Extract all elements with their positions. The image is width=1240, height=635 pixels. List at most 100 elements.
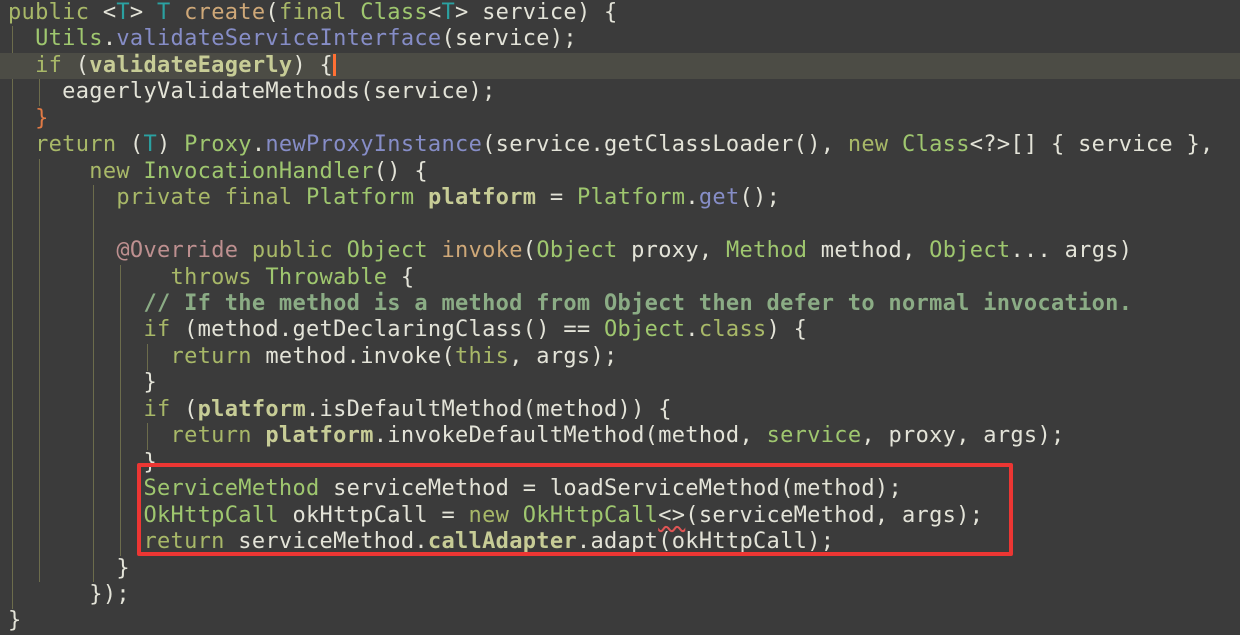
token-static_method: validateServiceInterface bbox=[116, 26, 442, 52]
code-line[interactable]: } bbox=[0, 450, 1240, 476]
token-plain: , proxy, args); bbox=[861, 423, 1065, 449]
token-keyword: class bbox=[698, 317, 767, 343]
token-class: service bbox=[766, 423, 862, 449]
token-class: OkHttpCall bbox=[143, 502, 279, 528]
token-plain: ) { bbox=[766, 317, 808, 343]
token-plain: () { bbox=[373, 158, 428, 184]
token-field: callAdapter bbox=[427, 529, 577, 555]
code-line[interactable]: } bbox=[0, 608, 1240, 634]
token-static_method: newProxyInstance bbox=[265, 132, 483, 158]
code-line[interactable]: } bbox=[0, 106, 1240, 132]
code-line[interactable]: Utils.validateServiceInterface(service); bbox=[0, 26, 1240, 52]
token-class: Class bbox=[360, 0, 428, 25]
token-plain: ( bbox=[116, 132, 144, 158]
token-keyword: if bbox=[143, 317, 171, 343]
token-plain: serviceMethod = loadServiceMethod(method… bbox=[319, 476, 902, 502]
token-plain: }); bbox=[8, 581, 130, 607]
token-plain: < bbox=[102, 0, 117, 25]
token-brace_match: } bbox=[35, 105, 49, 131]
token-keyword: private final bbox=[116, 185, 307, 211]
token-plain: ( bbox=[522, 238, 537, 264]
token-plain: (service); bbox=[441, 26, 577, 52]
code-line[interactable]: return (T) Proxy.newProxyInstance(servic… bbox=[0, 132, 1240, 158]
token-plain: (serviceMethod, args); bbox=[685, 502, 984, 528]
token-plain: . bbox=[251, 132, 266, 158]
code-line[interactable]: public <T> T create(final Class<T> servi… bbox=[0, 0, 1240, 26]
token-type_param: T bbox=[116, 0, 130, 25]
token-plain: . bbox=[685, 317, 699, 343]
code-editor[interactable]: public <T> T create(final Class<T> servi… bbox=[0, 0, 1240, 635]
code-line[interactable]: if (platform.isDefaultMethod(method)) { bbox=[0, 397, 1240, 423]
token-type_param: T bbox=[143, 132, 158, 158]
token-class: ServiceMethod bbox=[143, 476, 320, 502]
token-plain: proxy, bbox=[617, 238, 726, 264]
token-class: OkHttpCall bbox=[522, 502, 659, 528]
code-line[interactable]: ServiceMethod serviceMethod = loadServic… bbox=[0, 476, 1240, 502]
code-line[interactable]: throws Throwable { bbox=[0, 265, 1240, 291]
code-line[interactable]: private final Platform platform = Platfo… bbox=[0, 185, 1240, 211]
token-plain: ( bbox=[170, 396, 198, 422]
token-keyword: new bbox=[89, 158, 130, 184]
token-plain: okHttpCall = bbox=[278, 502, 469, 528]
token-class: Platform bbox=[576, 185, 686, 211]
token-method_decl: invoke bbox=[441, 238, 523, 264]
code-line[interactable] bbox=[0, 212, 1240, 238]
code-line[interactable]: return serviceMethod.callAdapter.adapt(o… bbox=[0, 529, 1240, 555]
code-line[interactable]: // If the method is a method from Object… bbox=[0, 291, 1240, 317]
code-line[interactable]: OkHttpCall okHttpCall = new OkHttpCall<>… bbox=[0, 503, 1240, 529]
token-plain: ) bbox=[157, 132, 185, 158]
token-class: Method bbox=[725, 238, 808, 264]
code-line[interactable]: } bbox=[0, 370, 1240, 396]
token-plain: , args); bbox=[509, 343, 618, 369]
code-area[interactable]: public <T> T create(final Class<T> servi… bbox=[0, 0, 1240, 635]
code-line-current[interactable]: if (validateEagerly) { bbox=[0, 52, 1240, 80]
code-line[interactable]: }); bbox=[0, 582, 1240, 608]
token-class: Object bbox=[346, 238, 428, 264]
token-keyword: if bbox=[35, 52, 63, 78]
token-class: Object bbox=[536, 238, 618, 264]
token-keyword: return bbox=[35, 132, 117, 158]
token-type_param: T bbox=[157, 0, 171, 25]
code-line[interactable]: return method.invoke(this, args); bbox=[0, 344, 1240, 370]
token-class: Proxy bbox=[184, 132, 252, 158]
token-plain: . bbox=[102, 26, 117, 52]
code-line[interactable]: new InvocationHandler() { bbox=[0, 159, 1240, 185]
token-annotation: @Override bbox=[116, 238, 239, 264]
code-line[interactable]: @Override public Object invoke(Object pr… bbox=[0, 238, 1240, 264]
token-plain: { bbox=[387, 264, 415, 290]
token-plain: eagerlyValidateMethods(service); bbox=[8, 79, 496, 105]
code-line[interactable]: if (method.getDeclaringClass() == Object… bbox=[0, 317, 1240, 343]
token-plain: ) { bbox=[292, 52, 334, 78]
text-caret bbox=[333, 53, 336, 76]
token-keyword: this bbox=[455, 343, 510, 369]
token-keyword: return bbox=[170, 343, 252, 369]
token-keyword: return bbox=[170, 423, 252, 449]
code-line[interactable]: eagerlyValidateMethods(service); bbox=[0, 79, 1240, 105]
token-plain: } bbox=[8, 608, 22, 634]
token-class: Object bbox=[929, 238, 1011, 264]
token-plain: < bbox=[427, 0, 442, 25]
token-keyword: public bbox=[8, 0, 103, 25]
code-line[interactable]: } bbox=[0, 556, 1240, 582]
token-keyword: new bbox=[468, 502, 510, 528]
code-line[interactable]: return platform.invokeDefaultMethod(meth… bbox=[0, 423, 1240, 449]
token-plain: > service) { bbox=[455, 0, 618, 25]
token-class: Platform bbox=[306, 185, 415, 211]
token-plain: } bbox=[8, 370, 157, 396]
token-class: Object bbox=[604, 317, 686, 343]
token-plain: } bbox=[8, 555, 130, 581]
